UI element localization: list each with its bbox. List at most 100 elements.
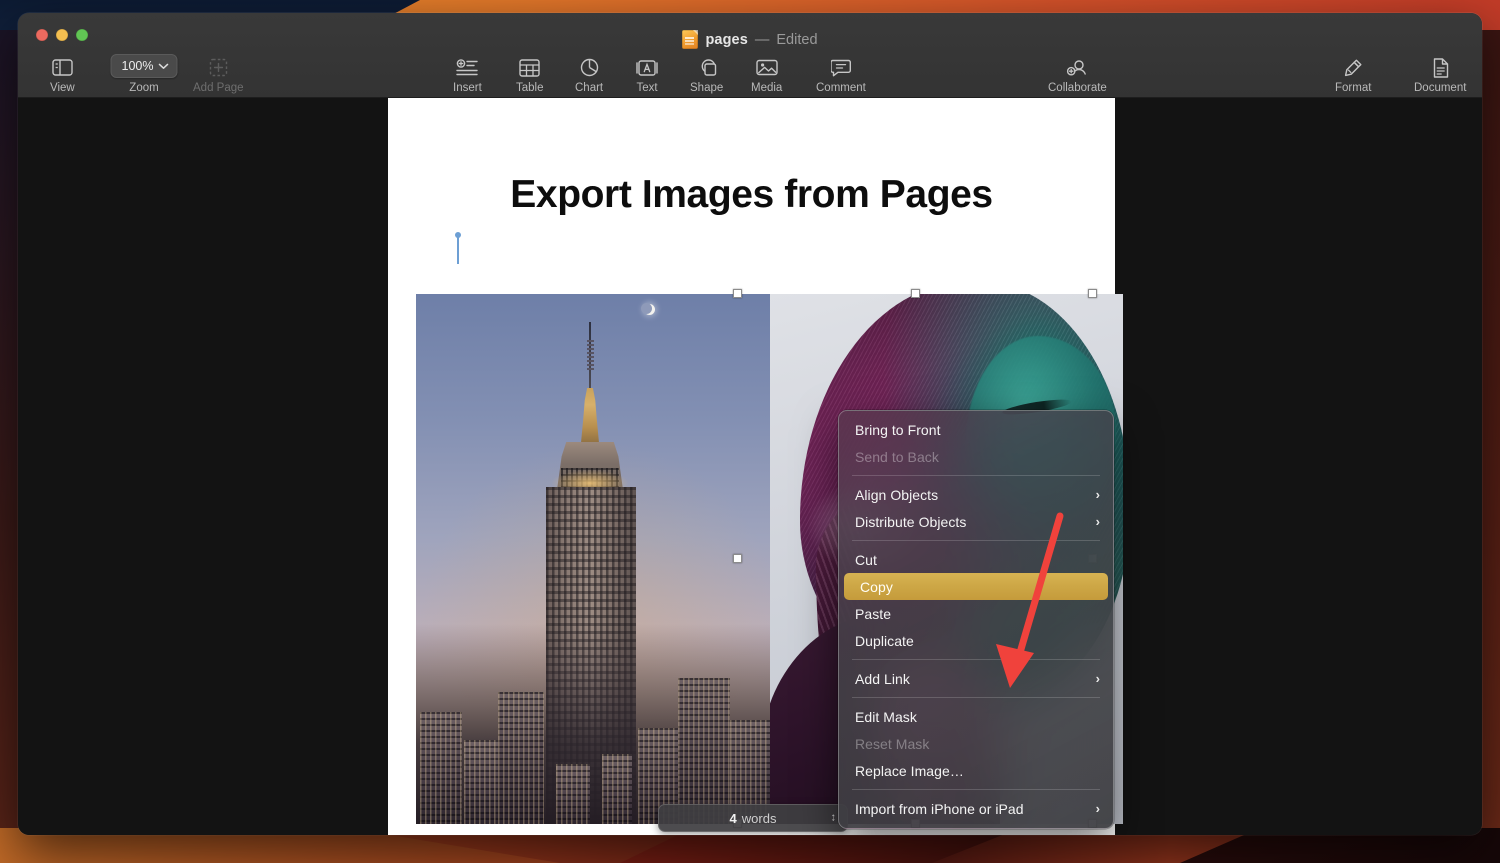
sidebar-icon — [52, 57, 73, 78]
pages-document-icon — [682, 30, 698, 49]
skyline-block — [420, 712, 462, 824]
toolbar-items: View 100% Zoom — [18, 57, 1482, 99]
toolbar-button-chart[interactable]: Chart — [575, 57, 603, 94]
image-context-menu[interactable]: Bring to Front Send to Back Align Object… — [838, 410, 1114, 829]
chevron-right-icon: › — [1096, 802, 1100, 815]
toolbar-button-insert[interactable]: Insert — [453, 57, 482, 94]
menu-label: Import from iPhone or iPad — [855, 801, 1024, 817]
window-title: pages — Edited — [18, 30, 1482, 49]
menu-item-send-to-back[interactable]: Send to Back — [839, 443, 1113, 470]
format-brush-icon — [1343, 57, 1363, 78]
zoom-value: 100% — [122, 59, 154, 73]
page-title: Export Images from Pages — [388, 173, 1115, 217]
menu-separator — [852, 659, 1100, 660]
chevron-right-icon: › — [1096, 672, 1100, 685]
menu-label: Replace Image… — [855, 763, 964, 779]
skyline-block — [678, 678, 730, 824]
menu-item-paste[interactable]: Paste — [839, 600, 1113, 627]
selection-handle-top-right[interactable] — [1088, 289, 1097, 298]
menu-separator — [852, 475, 1100, 476]
skyline-block — [498, 692, 544, 824]
menu-item-align-objects[interactable]: Align Objects› — [839, 481, 1113, 508]
toolbar-label-chart: Chart — [575, 82, 603, 94]
table-icon — [519, 57, 540, 78]
toolbar-label-collaborate: Collaborate — [1048, 82, 1107, 94]
skyline-block — [556, 764, 590, 824]
toolbar-label-view: View — [50, 82, 75, 94]
menu-item-import-from-iphone-or-ipad[interactable]: Import from iPhone or iPad › — [839, 795, 1113, 822]
collaborate-icon — [1066, 57, 1088, 78]
menu-separator — [852, 540, 1100, 541]
menu-item-bring-to-front[interactable]: Bring to Front — [839, 416, 1113, 443]
menu-label: Copy — [860, 579, 893, 595]
document-canvas[interactable]: Export Images from Pages — [18, 98, 1482, 835]
title-separator: — — [755, 32, 770, 48]
toolbar-button-shape[interactable]: Shape — [690, 57, 723, 94]
comment-icon — [831, 57, 851, 78]
toolbar-button-zoom[interactable]: 100% Zoom — [110, 57, 178, 94]
edited-status: Edited — [776, 32, 817, 48]
chevron-right-icon: › — [1096, 515, 1100, 528]
menu-label: Duplicate — [855, 633, 914, 649]
menu-item-duplicate[interactable]: Duplicate — [839, 627, 1113, 654]
toolbar-label-add-page: Add Page — [193, 82, 244, 94]
menu-label: Cut — [855, 552, 877, 568]
toolbar-label-text: Text — [636, 82, 657, 94]
toolbar-label-insert: Insert — [453, 82, 482, 94]
maximize-button[interactable] — [76, 29, 88, 41]
document-name: pages — [705, 32, 747, 48]
chevron-down-icon — [158, 63, 168, 70]
insert-icon — [456, 57, 478, 78]
building-spire — [589, 322, 591, 388]
building-crown — [578, 388, 602, 444]
toolbar-button-add-page[interactable]: Add Page — [193, 57, 244, 94]
chart-icon — [580, 57, 599, 78]
minimize-button[interactable] — [56, 29, 68, 41]
menu-item-reset-mask[interactable]: Reset Mask — [839, 730, 1113, 757]
desktop-background: pages — Edited View — [0, 0, 1500, 863]
toolbar-button-media[interactable]: Media — [751, 57, 782, 94]
menu-label: Paste — [855, 606, 891, 622]
menu-item-copy[interactable]: Copy — [844, 573, 1108, 600]
toolbar-label-shape: Shape — [690, 82, 723, 94]
menu-separator — [852, 789, 1100, 790]
text-box-icon — [636, 57, 658, 78]
toolbar-button-view[interactable]: View — [50, 57, 75, 94]
menu-separator — [852, 697, 1100, 698]
menu-label: Add Link — [855, 671, 910, 687]
toolbar-label-comment: Comment — [816, 82, 866, 94]
toolbar-button-table[interactable]: Table — [516, 57, 544, 94]
menu-item-replace-image[interactable]: Replace Image… — [839, 757, 1113, 784]
word-count-label: words — [742, 811, 777, 826]
empire-state-building-photo[interactable] — [416, 294, 770, 824]
toolbar-button-comment[interactable]: Comment — [816, 57, 866, 94]
selection-handle-middle-left[interactable] — [733, 554, 742, 563]
toolbar-label-media: Media — [751, 82, 782, 94]
toolbar-label-zoom: Zoom — [129, 82, 158, 94]
word-count-stepper-icon[interactable]: ↕ — [831, 813, 837, 824]
menu-item-cut[interactable]: Cut — [839, 546, 1113, 573]
selection-handle-top-center[interactable] — [911, 289, 920, 298]
toolbar-button-text[interactable]: Text — [636, 57, 658, 94]
toolbar-button-document[interactable]: Document — [1414, 57, 1466, 94]
skyline-block — [602, 754, 632, 824]
toolbar-button-format[interactable]: Format — [1335, 57, 1371, 94]
toolbar-label-format: Format — [1335, 82, 1371, 94]
menu-item-edit-mask[interactable]: Edit Mask — [839, 703, 1113, 730]
text-insertion-cursor — [457, 236, 459, 264]
selection-handle-top-left[interactable] — [733, 289, 742, 298]
word-count-number: 4 — [730, 811, 737, 826]
word-count-badge[interactable]: 4 words ↕ — [658, 804, 848, 832]
toolbar-button-collaborate[interactable]: Collaborate — [1048, 57, 1107, 94]
window-toolbar: pages — Edited View — [18, 13, 1482, 98]
close-button[interactable] — [36, 29, 48, 41]
menu-label: Bring to Front — [855, 422, 941, 438]
toolbar-label-table: Table — [516, 82, 544, 94]
media-image-icon — [756, 57, 778, 78]
chevron-right-icon: › — [1096, 488, 1100, 501]
zoom-percent-dropdown[interactable]: 100% — [111, 54, 178, 78]
menu-label: Reset Mask — [855, 736, 929, 752]
menu-item-add-link[interactable]: Add Link › — [839, 665, 1113, 692]
menu-label: Edit Mask — [855, 709, 917, 725]
menu-item-distribute-objects[interactable]: Distribute Objects› — [839, 508, 1113, 535]
